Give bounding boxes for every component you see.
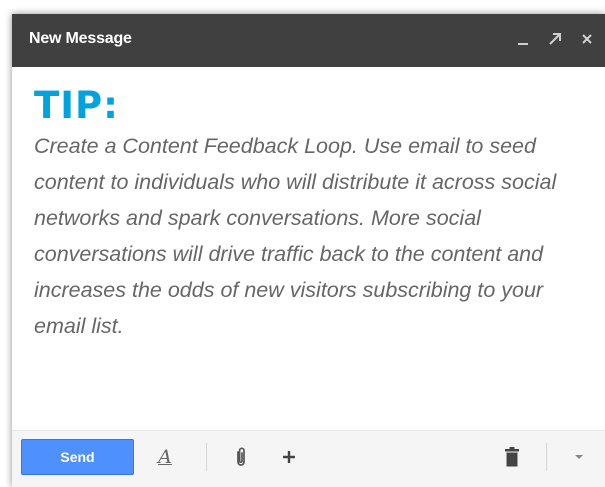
formatting-options-icon[interactable]: A	[148, 439, 182, 475]
more-options-chevron-down-icon[interactable]	[564, 439, 594, 475]
tip-heading: TIP:	[34, 84, 119, 127]
discard-trash-icon[interactable]	[496, 439, 528, 475]
insert-more-plus-icon[interactable]	[274, 439, 304, 475]
message-body[interactable]: TIP: Create a Content Feedback Loop. Use…	[12, 67, 605, 430]
compose-titlebar[interactable]: New Message	[12, 14, 605, 67]
tip-body-text: Create a Content Feedback Loop. Use emai…	[34, 134, 557, 338]
minimize-icon[interactable]	[511, 25, 535, 53]
close-icon[interactable]	[575, 25, 599, 53]
popout-arrow-icon[interactable]	[543, 25, 567, 53]
compose-title: New Message	[29, 30, 132, 47]
toolbar-separator	[546, 443, 547, 471]
toolbar-separator	[206, 443, 207, 471]
compose-window: New Message TIP: Create a Content Feedba…	[12, 14, 605, 487]
compose-toolbar: Send A	[12, 431, 605, 487]
send-button[interactable]: Send	[21, 439, 134, 475]
attach-paperclip-icon[interactable]	[226, 439, 256, 475]
formatting-options-label: A	[158, 446, 172, 468]
window-controls	[503, 25, 599, 53]
